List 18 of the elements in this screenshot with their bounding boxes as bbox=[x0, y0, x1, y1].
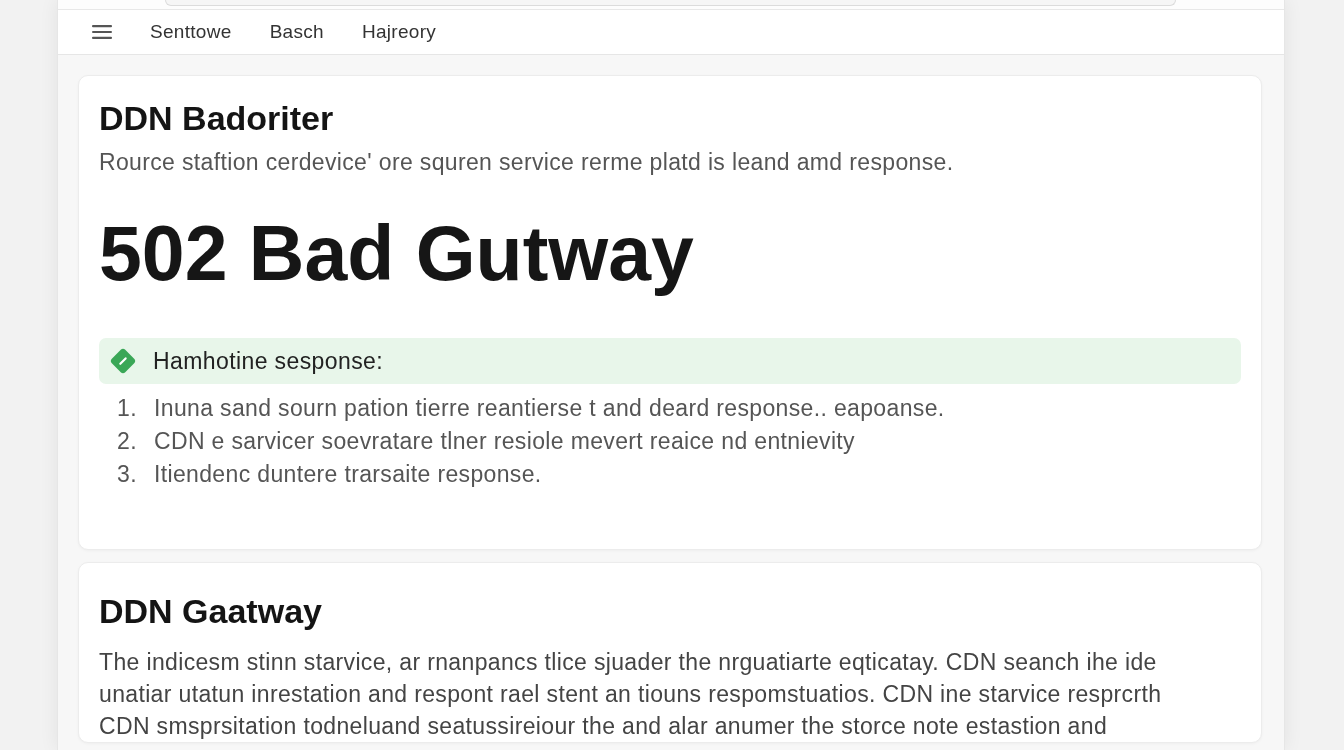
nav-link[interactable]: Senttowe bbox=[150, 21, 232, 43]
callout-text: Hamhotine sesponse: bbox=[153, 347, 384, 375]
step-text: Inuna sand sourn pation tierre reantierse t and deard response.. eapoanse. bbox=[154, 394, 945, 423]
step-number: 1. bbox=[116, 394, 138, 423]
card-title: DDN Gaatway bbox=[99, 591, 323, 632]
card-paragraph: The indicesm stinn starvice, ar rnanpancs tlice sjuader the nrguatiarte eqticatay. CDN seanch ihe ide unatiar utatun inrestation and respont rael stent an tiouns respomstuatios. CDN ine starvice resprcrth CDN smsprsitation todneluand seatussireiour the and alar anumer the storce note estastion and bbox=[99, 648, 1163, 741]
card-subtitle: Rource staftion cerdevice' ore squren service rerme platd is leand amd response. bbox=[99, 148, 955, 177]
diamond-icon bbox=[110, 348, 136, 374]
step-number: 3. bbox=[116, 460, 138, 489]
address-field[interactable] bbox=[165, 0, 1176, 6]
error-status-heading: 502 Bad Gutway bbox=[99, 209, 695, 298]
nav-link[interactable]: Basch bbox=[269, 21, 324, 43]
nav-link[interactable]: Hajreory bbox=[361, 21, 437, 43]
step-text: Itiendenc duntere trarsaite response. bbox=[154, 460, 542, 489]
step-number: 2. bbox=[116, 427, 138, 456]
step-text: CDN e sarvicer soevratare tlner resiole mevert reaice nd entnievity bbox=[154, 427, 855, 456]
menu-icon[interactable] bbox=[92, 25, 112, 39]
card-title: DDN Badoriter bbox=[99, 98, 335, 139]
